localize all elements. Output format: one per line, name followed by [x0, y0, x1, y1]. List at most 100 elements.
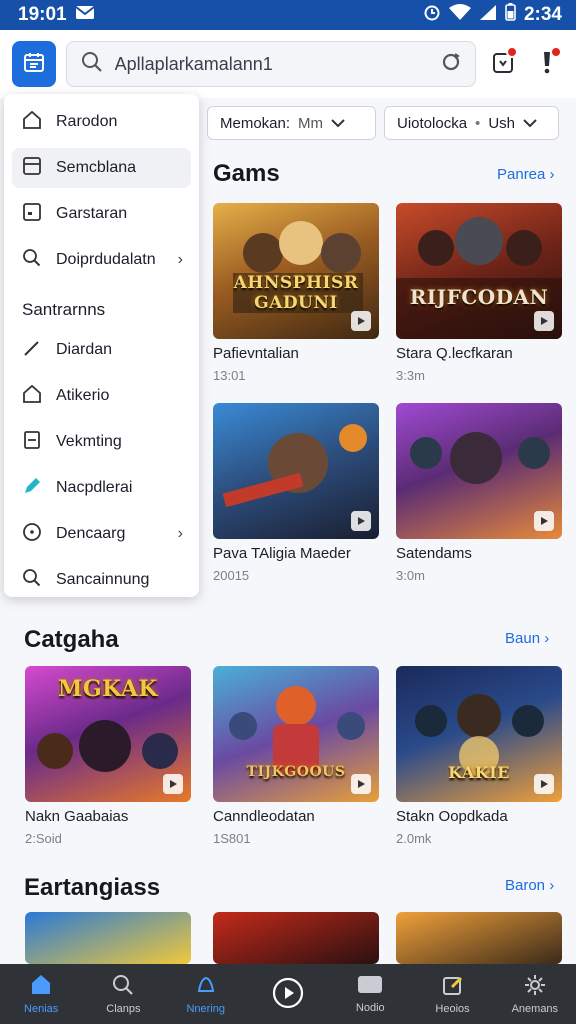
menu-item-label: Vekmting: [56, 433, 122, 450]
nav-item-play[interactable]: [252, 977, 324, 1012]
filter-bar: Memokan: Mm Uiotolocka • Ush: [207, 106, 559, 140]
play-icon: [534, 774, 554, 794]
category-thumbnail: MGKAK: [25, 666, 191, 802]
status-bar: 19:01 2:34: [0, 0, 576, 30]
calendar-button[interactable]: [12, 41, 56, 87]
chevron-down-icon: [331, 115, 345, 132]
menu-item-nacpdlerai[interactable]: Nacpdlerai: [12, 468, 191, 508]
game-card[interactable]: AHNSPHISR GADUNI Pafievntalian 13:01: [213, 203, 379, 383]
game-card[interactable]: Pava TAligia Maeder 20015: [213, 403, 379, 583]
play-circle-icon: [272, 977, 304, 1012]
menu-item-label: Doiprdudalatn: [56, 251, 156, 268]
featured-thumbnail: [25, 912, 191, 964]
category-thumbnail: TIJKGOOUS: [213, 666, 379, 802]
featured-thumbnail: [396, 912, 562, 964]
alerts-button[interactable]: [530, 44, 564, 84]
document-icon: [22, 430, 42, 455]
bullet-icon: •: [475, 114, 481, 132]
menu-item-sancainnung[interactable]: Sancainnung: [12, 560, 191, 600]
menu-item-semcblana[interactable]: Semcblana: [12, 148, 191, 188]
gear-icon: [523, 973, 547, 1000]
category-name: Nakn Gaabaias: [25, 808, 129, 825]
nav-item-home[interactable]: Nenias: [5, 973, 77, 1015]
status-time-right: 2:34: [523, 4, 562, 25]
search-bar[interactable]: [65, 41, 476, 87]
menu-item-label: Diardan: [56, 341, 113, 358]
search-input[interactable]: [114, 53, 429, 75]
pin-icon: [22, 338, 42, 363]
game-card[interactable]: RIJFCODAN Stara Q.lecfkaran 3:3m: [396, 203, 562, 383]
menu-item-diardan[interactable]: Diardan: [12, 330, 191, 370]
house-icon: [22, 384, 42, 409]
chevron-right-icon: ›: [177, 251, 183, 268]
alarm-icon: [423, 3, 441, 27]
target-icon: [22, 522, 42, 547]
nav-item-search[interactable]: Clanps: [87, 973, 159, 1015]
chevron-right-icon: ›: [177, 525, 183, 542]
menu-item-dencaarg[interactable]: Dencaarg ›: [12, 514, 191, 554]
section-title-games: Gams: [213, 160, 280, 187]
chevron-down-icon: [523, 115, 537, 132]
category-name: Canndleodatan: [213, 808, 315, 825]
notifications-button[interactable]: [486, 44, 520, 84]
game-card[interactable]: Satendams 3:0m: [396, 403, 562, 583]
category-meta: 1S801: [213, 831, 251, 846]
category-card[interactable]: TIJKGOOUS Canndleodatan 1S801: [213, 666, 379, 846]
play-icon: [163, 774, 183, 794]
refresh-icon[interactable]: [441, 52, 461, 77]
edit-icon: [441, 973, 465, 1000]
game-name: Pava TAligia Maeder: [213, 545, 351, 562]
game-meta: 13:01: [213, 368, 246, 383]
featured-card[interactable]: [25, 912, 191, 964]
see-more-link-games[interactable]: Panrea ›: [497, 166, 555, 183]
featured-card[interactable]: [396, 912, 562, 964]
category-card[interactable]: KAKIE Stakn Oopdkada 2.0mk: [396, 666, 562, 846]
category-card[interactable]: MGKAK Nakn Gaabaias 2:Soid: [25, 666, 191, 846]
bell-icon: [194, 973, 218, 1000]
filter-label: Uiotolocka: [397, 114, 468, 132]
signal-icon: [479, 4, 497, 27]
nav-item-library[interactable]: Nnering: [170, 973, 242, 1015]
game-meta: 3:3m: [396, 368, 425, 383]
menu-item-rarodon[interactable]: Rarodon: [12, 102, 191, 142]
nav-item-media[interactable]: Nodio: [334, 974, 406, 1014]
see-more-link-eartangiass[interactable]: Baron ›: [505, 877, 554, 894]
menu-item-garstaran[interactable]: Garstaran: [12, 194, 191, 234]
status-time-left: 19:01: [18, 4, 67, 25]
search-icon: [22, 568, 42, 593]
game-name: Satendams: [396, 545, 472, 562]
menu-item-label: Garstaran: [56, 205, 128, 222]
menu-item-label: Nacpdlerai: [56, 479, 133, 496]
play-icon: [351, 511, 371, 531]
menu-item-label: Sancainnung: [56, 571, 150, 588]
menu-item-doiprdudalatn[interactable]: Doiprdudalatn ›: [12, 240, 191, 280]
menu-item-label: Dencaarg: [56, 525, 126, 542]
game-meta: 3:0m: [396, 568, 425, 583]
section-title-catgaha: Catgaha: [24, 626, 119, 653]
menu-item-vekmting[interactable]: Vekmting: [12, 422, 191, 462]
filter-dropdown-2[interactable]: Uiotolocka • Ush: [384, 106, 559, 140]
category-meta: 2:Soid: [25, 831, 62, 846]
search-icon: [81, 51, 103, 78]
pencil-icon: [22, 476, 42, 501]
media-icon: [357, 974, 383, 999]
menu-item-label: Semcblana: [56, 159, 137, 176]
alert-badge: [550, 46, 562, 58]
filter-value: Mm: [298, 114, 324, 132]
category-meta: 2.0mk: [396, 831, 432, 846]
nav-item-settings[interactable]: Anemans: [499, 973, 571, 1015]
battery-icon: [505, 3, 516, 27]
play-icon: [351, 311, 371, 331]
dropdown-menu: Rarodon Semcblana Garstaran Doiprdudalat…: [4, 94, 199, 597]
game-art-title: AHNSPHISR GADUNI: [233, 273, 359, 313]
play-icon: [351, 774, 371, 794]
featured-card[interactable]: [213, 912, 379, 964]
nav-item-heroes[interactable]: Heoios: [417, 973, 489, 1015]
home-icon: [29, 973, 53, 1000]
menu-section-title: Santrarnns: [22, 300, 106, 319]
filter-dropdown-1[interactable]: Memokan: Mm: [207, 106, 376, 140]
see-more-link-catgaha[interactable]: Baun ›: [505, 630, 549, 647]
game-thumbnail: [396, 403, 562, 539]
mail-icon: [74, 4, 95, 26]
menu-item-atikerio[interactable]: Atikerio: [12, 376, 191, 416]
